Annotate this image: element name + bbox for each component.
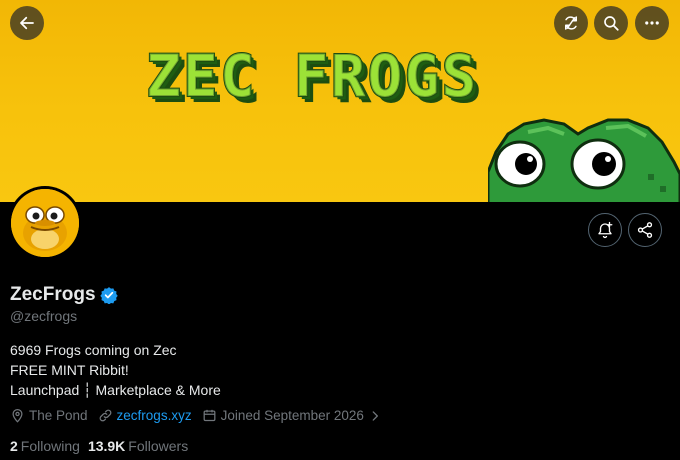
- golden-frog-icon: [11, 189, 79, 257]
- location: The Pond: [10, 408, 88, 423]
- website-url[interactable]: zecfrogs.xyz: [117, 408, 192, 423]
- location-text: The Pond: [29, 408, 88, 423]
- profile-meta: The Pond zecfrogs.xyz Joined September 2…: [10, 408, 396, 423]
- notify-button[interactable]: [588, 213, 622, 247]
- chevron-right-icon: [362, 409, 386, 423]
- name-row: ZecFrogs: [10, 284, 118, 306]
- link-icon: [99, 409, 111, 422]
- profile-bio: 6969 Frogs coming on Zec FREE MINT Ribbi…: [10, 340, 221, 400]
- bio-line: Launchpad ┆ Marketplace & More: [10, 382, 221, 398]
- share-button[interactable]: [628, 213, 662, 247]
- followers-count: 13.9K: [87, 438, 126, 454]
- avatar-image: [11, 189, 79, 257]
- calendar-icon: [203, 409, 216, 422]
- avatar[interactable]: [8, 186, 82, 260]
- following-label: Following: [20, 438, 80, 454]
- followers-label: Followers: [128, 438, 189, 454]
- banner-title-art: ZEC FROGS ZEC FROGS ZEC FROGS ZEC FROGS: [146, 46, 482, 108]
- svg-text:ZEC FROGS: ZEC FROGS: [146, 46, 478, 108]
- join-date[interactable]: Joined September 2026: [202, 408, 386, 423]
- join-date-text: Joined September 2026: [220, 408, 364, 423]
- followers-link[interactable]: 13.9K Followers: [88, 438, 188, 454]
- bio-line: 6969 Frogs coming on Zec: [10, 342, 177, 358]
- arrow-left-icon: [20, 16, 34, 30]
- follow-stats: 2 Following 13.9K Followers: [10, 438, 196, 454]
- bio-line: FREE MINT Ribbit!: [10, 362, 129, 378]
- user-handle: @zecfrogs: [10, 308, 78, 324]
- website-link[interactable]: zecfrogs.xyz: [98, 408, 192, 423]
- location-pin-icon: [12, 408, 23, 423]
- more-horizontal-icon: [645, 21, 659, 25]
- refresh-button[interactable]: [554, 6, 588, 40]
- pixel-frog-icon: [488, 118, 680, 202]
- bell-plus-icon: [598, 221, 613, 239]
- search-icon: [604, 16, 619, 31]
- search-button[interactable]: [594, 6, 628, 40]
- more-options-button[interactable]: [635, 6, 669, 40]
- display-name: ZecFrogs: [10, 284, 96, 305]
- refresh-icon: [565, 16, 577, 30]
- share-icon: [637, 222, 653, 238]
- back-button[interactable]: [10, 6, 44, 40]
- following-count: 2: [10, 438, 18, 454]
- following-link[interactable]: 2 Following: [10, 438, 80, 454]
- verified-badge-icon[interactable]: [99, 286, 118, 304]
